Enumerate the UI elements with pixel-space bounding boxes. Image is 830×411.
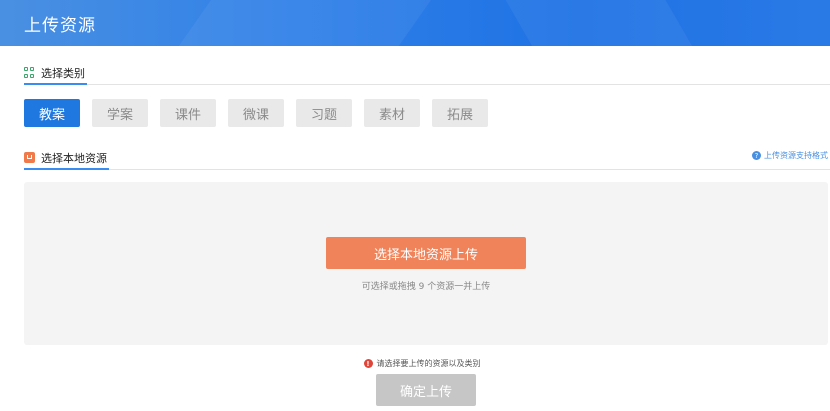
local-resource-icon: [24, 152, 35, 163]
header-decoration: [147, 0, 453, 46]
confirm-upload-button[interactable]: 确定上传: [376, 374, 476, 406]
upload-hint: 可选择或拖拽 9 个资源一并上传: [361, 282, 491, 292]
warning-icon: !: [363, 359, 373, 368]
category-section-title: 选择类别: [41, 66, 85, 80]
select-local-upload-button[interactable]: 选择本地资源上传: [326, 237, 526, 269]
category-option-xiti[interactable]: 习题: [296, 99, 352, 127]
category-option-xuean[interactable]: 学案: [92, 99, 148, 127]
local-section-title: 选择本地资源: [41, 151, 107, 165]
category-option-weike[interactable]: 微课: [228, 99, 284, 127]
category-list: 教案 学案 课件 微课 习题 素材 拓展: [24, 99, 500, 127]
page-header: 上传资源: [0, 0, 830, 46]
category-option-tuozhan[interactable]: 拓展: [432, 99, 488, 127]
local-section-tab: 选择本地资源: [24, 147, 109, 170]
category-option-kejian[interactable]: 课件: [160, 99, 216, 127]
category-section-header: 选择类别: [24, 62, 830, 85]
category-section-tab: 选择类别: [24, 62, 87, 85]
page-title: 上传资源: [24, 16, 96, 36]
format-help-link[interactable]: ? 上传资源支持格式: [752, 150, 828, 161]
local-section-header: 选择本地资源: [24, 147, 830, 170]
upload-dropzone[interactable]: 选择本地资源上传 可选择或拖拽 9 个资源一并上传: [24, 182, 828, 345]
validation-text: 请选择要上传的资源以及类别: [376, 359, 481, 368]
question-icon: ?: [752, 151, 761, 160]
category-option-sucai[interactable]: 素材: [364, 99, 420, 127]
validation-message: ! 请选择要上传的资源以及类别: [0, 358, 830, 369]
grid-icon: [24, 67, 35, 78]
category-option-jiaoan[interactable]: 教案: [24, 99, 80, 127]
format-help-label: 上传资源支持格式: [764, 151, 828, 160]
header-decoration: [482, 0, 718, 46]
